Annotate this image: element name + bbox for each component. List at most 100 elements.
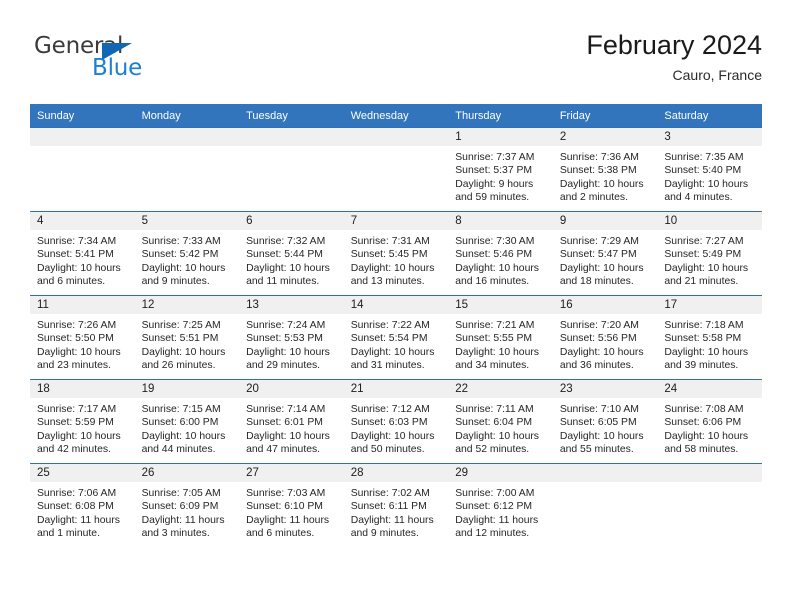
daylight-duration-line2: and 1 minute. (37, 527, 100, 539)
sunrise-time: Sunrise: 7:30 AM (455, 236, 535, 247)
daylight-duration-line2: and 36 minutes. (559, 359, 634, 371)
calendar-day-cell[interactable]: 25 Sunrise: 7:06 AM Sunset: 6:08 PM Dayligh… (30, 463, 135, 547)
calendar-day-cell[interactable]: 15 Sunrise: 7:21 AM Sunset: 5:55 PM Dayligh… (448, 295, 553, 380)
sunset-time: Sunset: 5:55 PM (455, 333, 533, 345)
sunrise-time: Sunrise: 7:11 AM (455, 404, 534, 415)
day-number: 5 (134, 212, 240, 230)
day-number: 6 (239, 212, 344, 230)
sunrise-time: Sunrise: 7:35 AM (664, 152, 744, 163)
day-number: 29 (448, 464, 553, 482)
sunset-time: Sunset: 5:49 PM (664, 249, 742, 261)
calendar-day-cell[interactable]: 1 Sunrise: 7:37 AM Sunset: 5:37 PM Daylight… (448, 127, 553, 212)
day-number: 11 (30, 296, 135, 314)
sunrise-time: Sunrise: 7:31 AM (350, 236, 430, 247)
calendar-day-cell[interactable]: 7 Sunrise: 7:31 AM Sunset: 5:45 PM Daylight… (343, 211, 449, 296)
calendar-day-cell[interactable]: 13 Sunrise: 7:24 AM Sunset: 5:53 PM Dayligh… (239, 295, 344, 380)
calendar-week-row: 1 Sunrise: 7:37 AM Sunset: 5:37 PM Daylight… (30, 127, 762, 212)
logo-text-blue: Blue (92, 55, 143, 81)
calendar-day-cell[interactable]: 5 Sunrise: 7:33 AM Sunset: 5:42 PM Daylight… (134, 211, 240, 296)
day-number: 3 (657, 128, 762, 146)
sunrise-time: Sunrise: 7:25 AM (141, 320, 221, 331)
day-number (343, 128, 449, 146)
daylight-duration-line2: and 39 minutes. (664, 359, 739, 371)
calendar-day-cell[interactable]: 9 Sunrise: 7:29 AM Sunset: 5:47 PM Daylight… (552, 211, 658, 296)
day-number: 8 (448, 212, 553, 230)
daylight-duration-line2: and 11 minutes. (246, 275, 320, 287)
daylight-duration-line1: Daylight: 9 hours (455, 178, 534, 190)
daylight-duration-line2: and 50 minutes. (350, 443, 425, 455)
calendar-day-cell-empty (239, 127, 344, 212)
sunset-time: Sunset: 5:51 PM (141, 333, 219, 345)
calendar-day-cell[interactable]: 23 Sunrise: 7:10 AM Sunset: 6:05 PM Dayligh… (552, 379, 658, 464)
day-details: Sunrise: 7:25 AM Sunset: 5:51 PM Daylight:… (135, 314, 240, 372)
daylight-duration-line1: Daylight: 10 hours (350, 430, 435, 442)
calendar-day-cell[interactable]: 19 Sunrise: 7:15 AM Sunset: 6:00 PM Dayligh… (134, 379, 240, 464)
sunset-time: Sunset: 5:46 PM (455, 249, 533, 261)
day-number: 19 (134, 380, 240, 398)
calendar-day-cell[interactable]: 14 Sunrise: 7:22 AM Sunset: 5:54 PM Dayligh… (343, 295, 449, 380)
day-details: Sunrise: 7:15 AM Sunset: 6:00 PM Daylight:… (135, 398, 240, 456)
day-number: 22 (448, 380, 553, 398)
day-details: Sunrise: 7:14 AM Sunset: 6:01 PM Daylight:… (239, 398, 344, 456)
calendar-day-cell[interactable]: 29 Sunrise: 7:00 AM Sunset: 6:12 PM Dayligh… (448, 463, 553, 547)
day-number: 23 (552, 380, 658, 398)
weekday-header-thursday: Thursday (448, 104, 553, 128)
calendar-day-cell[interactable]: 10 Sunrise: 7:27 AM Sunset: 5:49 PM Dayligh… (657, 211, 762, 296)
sunset-time: Sunset: 5:58 PM (664, 333, 742, 345)
day-details: Sunrise: 7:20 AM Sunset: 5:56 PM Daylight:… (553, 314, 658, 372)
daylight-duration-line2: and 3 minutes. (141, 527, 210, 539)
day-number (239, 128, 344, 146)
daylight-duration-line1: Daylight: 10 hours (664, 346, 749, 358)
daylight-duration-line2: and 16 minutes. (455, 275, 530, 287)
calendar-day-cell[interactable]: 12 Sunrise: 7:25 AM Sunset: 5:51 PM Dayligh… (134, 295, 240, 380)
day-number: 4 (30, 212, 135, 230)
sunrise-time: Sunrise: 7:06 AM (37, 488, 117, 499)
calendar-day-cell[interactable]: 28 Sunrise: 7:02 AM Sunset: 6:11 PM Dayligh… (343, 463, 449, 547)
calendar-day-cell[interactable]: 4 Sunrise: 7:34 AM Sunset: 5:41 PM Daylight… (30, 211, 135, 296)
sunrise-time: Sunrise: 7:17 AM (37, 404, 117, 415)
sunset-time: Sunset: 6:03 PM (350, 417, 428, 429)
day-number: 21 (343, 380, 449, 398)
calendar-day-cell[interactable]: 11 Sunrise: 7:26 AM Sunset: 5:50 PM Dayligh… (30, 295, 135, 380)
calendar-day-cell[interactable]: 8 Sunrise: 7:30 AM Sunset: 5:46 PM Daylight… (448, 211, 553, 296)
daylight-duration-line2: and 9 minutes. (350, 527, 419, 539)
calendar-body: 1 Sunrise: 7:37 AM Sunset: 5:37 PM Daylight… (30, 127, 762, 547)
calendar-day-cell[interactable]: 21 Sunrise: 7:12 AM Sunset: 6:03 PM Dayligh… (343, 379, 449, 464)
daylight-duration-line2: and 34 minutes. (455, 359, 530, 371)
calendar-day-cell[interactable]: 27 Sunrise: 7:03 AM Sunset: 6:10 PM Dayligh… (239, 463, 344, 547)
general-blue-logo[interactable]: General Blue (34, 34, 164, 90)
sunset-time: Sunset: 5:54 PM (350, 333, 428, 345)
day-details: Sunrise: 7:00 AM Sunset: 6:12 PM Daylight:… (448, 482, 553, 540)
daylight-duration-line1: Daylight: 11 hours (455, 514, 539, 526)
calendar-day-cell[interactable]: 3 Sunrise: 7:35 AM Sunset: 5:40 PM Daylight… (657, 127, 762, 212)
calendar-page: General Blue February 2024 Cauro, France… (0, 0, 792, 612)
calendar-day-cell[interactable]: 17 Sunrise: 7:18 AM Sunset: 5:58 PM Dayligh… (657, 295, 762, 380)
day-details: Sunrise: 7:11 AM Sunset: 6:04 PM Daylight:… (448, 398, 553, 456)
daylight-duration-line2: and 12 minutes. (455, 527, 530, 539)
daylight-duration-line2: and 52 minutes. (455, 443, 530, 455)
day-details: Sunrise: 7:10 AM Sunset: 6:05 PM Daylight:… (553, 398, 658, 456)
calendar-week-row: 18 Sunrise: 7:17 AM Sunset: 5:59 PM Dayligh… (30, 379, 762, 464)
daylight-duration-line1: Daylight: 10 hours (350, 346, 435, 358)
sunset-time: Sunset: 6:09 PM (141, 501, 219, 513)
title-block: February 2024 Cauro, France (586, 28, 762, 84)
day-details: Sunrise: 7:31 AM Sunset: 5:45 PM Daylight:… (344, 230, 449, 288)
daylight-duration-line1: Daylight: 11 hours (37, 514, 120, 526)
calendar-day-cell[interactable]: 6 Sunrise: 7:32 AM Sunset: 5:44 PM Daylight… (239, 211, 344, 296)
calendar-day-cell[interactable]: 2 Sunrise: 7:36 AM Sunset: 5:38 PM Daylight… (552, 127, 658, 212)
day-details: Sunrise: 7:36 AM Sunset: 5:38 PM Daylight:… (553, 146, 658, 204)
sunset-time: Sunset: 5:44 PM (246, 249, 323, 261)
calendar-day-cell[interactable]: 24 Sunrise: 7:08 AM Sunset: 6:06 PM Dayligh… (657, 379, 762, 464)
calendar-day-cell[interactable]: 16 Sunrise: 7:20 AM Sunset: 5:56 PM Dayligh… (552, 295, 658, 380)
day-details: Sunrise: 7:22 AM Sunset: 5:54 PM Daylight:… (344, 314, 449, 372)
sunrise-time: Sunrise: 7:03 AM (246, 488, 326, 499)
daylight-duration-line1: Daylight: 10 hours (141, 346, 226, 358)
calendar-day-cell[interactable]: 26 Sunrise: 7:05 AM Sunset: 6:09 PM Dayligh… (134, 463, 240, 547)
day-details: Sunrise: 7:24 AM Sunset: 5:53 PM Daylight:… (239, 314, 344, 372)
calendar-day-cell[interactable]: 18 Sunrise: 7:17 AM Sunset: 5:59 PM Dayligh… (30, 379, 135, 464)
day-details: Sunrise: 7:05 AM Sunset: 6:09 PM Daylight:… (135, 482, 240, 540)
calendar-day-cell[interactable]: 22 Sunrise: 7:11 AM Sunset: 6:04 PM Dayligh… (448, 379, 553, 464)
calendar-day-cell[interactable]: 20 Sunrise: 7:14 AM Sunset: 6:01 PM Dayligh… (239, 379, 344, 464)
day-details: Sunrise: 7:02 AM Sunset: 6:11 PM Daylight:… (344, 482, 449, 540)
calendar-week-row: 11 Sunrise: 7:26 AM Sunset: 5:50 PM Dayligh… (30, 295, 762, 380)
